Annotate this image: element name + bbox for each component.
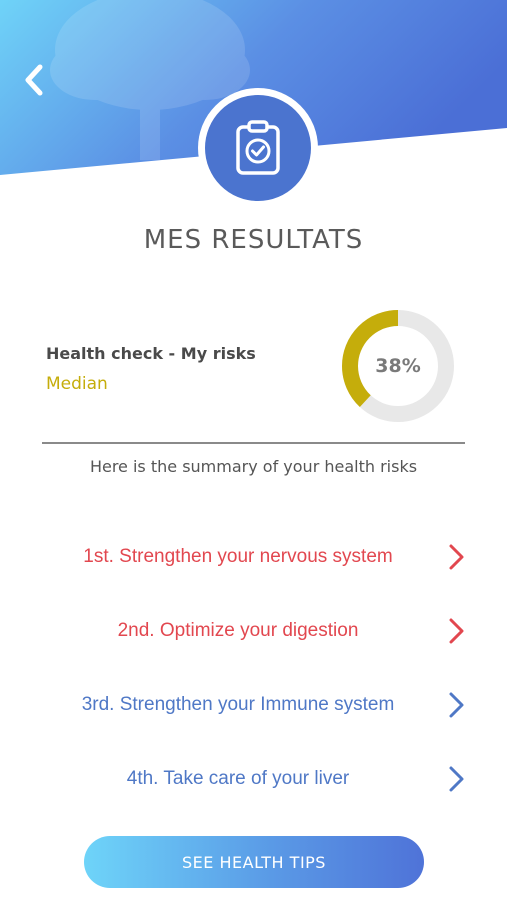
risk-label: 2nd. Optimize your digestion [117, 620, 359, 641]
divider [42, 442, 465, 444]
chevron-right-icon [449, 766, 464, 792]
risk-label: 3rd. Strengthen your Immune system [81, 694, 395, 715]
summary-text: Here is the summary of your health risks [89, 457, 418, 476]
risk-list: 1st. Strengthen your nervous system 2nd.… [0, 520, 507, 816]
chevron-left-icon [25, 64, 43, 96]
risk-label: 1st. Strengthen your nervous system [83, 546, 393, 567]
results-badge-circle [205, 95, 311, 201]
chevron-right-icon [449, 692, 464, 718]
health-check-level: Median [46, 374, 108, 394]
chevron-right-icon [449, 618, 464, 644]
health-check-title: Health check - My risks [46, 344, 256, 363]
results-badge [198, 88, 318, 208]
risk-score-label: 38% [375, 355, 421, 377]
back-button[interactable] [14, 58, 54, 102]
risk-item-4[interactable]: 4th. Take care of your liver [0, 742, 507, 816]
see-health-tips-button[interactable]: SEE HEALTH TIPS [84, 836, 424, 888]
clipboard-check-icon [236, 120, 280, 175]
risk-item-1[interactable]: 1st. Strengthen your nervous system [0, 520, 507, 594]
chevron-right-icon [449, 544, 464, 570]
risk-item-2[interactable]: 2nd. Optimize your digestion [0, 594, 507, 668]
risk-item-3[interactable]: 3rd. Strengthen your Immune system [0, 668, 507, 742]
page-title: MES RESULTATS [143, 225, 364, 255]
risk-label: 4th. Take care of your liver [126, 768, 350, 789]
